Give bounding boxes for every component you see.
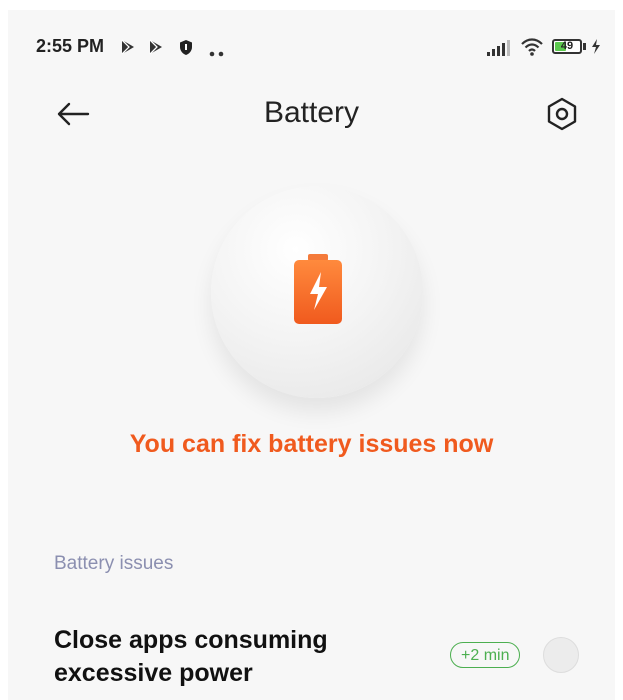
list-item[interactable]: Close apps consuming excessive power +2 …	[8, 618, 615, 698]
battery-nub	[583, 43, 586, 50]
issue-checkbox[interactable]	[543, 637, 579, 673]
page-title: Battery	[263, 96, 360, 129]
issue-title: Close apps consuming excessive power	[54, 626, 328, 687]
signal-icon	[486, 40, 510, 61]
battery-screen: 2:55 PM 49 Battery You can fix battery i…	[8, 10, 615, 700]
hexagon-settings-icon	[547, 97, 577, 131]
status-message: You can fix battery issues now	[129, 430, 494, 458]
time-badge: +2 min	[450, 642, 521, 668]
wifi-icon	[520, 38, 544, 61]
more-dots-icon	[208, 44, 226, 62]
status-bar: 2:55 PM 49	[8, 10, 615, 70]
play-store-icon	[148, 39, 164, 60]
settings-button[interactable]	[542, 96, 582, 132]
battery-charging-icon	[292, 254, 344, 326]
battery-icon: 49	[552, 39, 582, 54]
battery-level-text: 49	[560, 40, 574, 52]
play-store-icon	[120, 39, 136, 60]
section-label: Battery issues	[54, 553, 174, 574]
status-time: 2:55 PM	[36, 36, 105, 56]
shield-icon	[178, 39, 194, 61]
charging-icon	[591, 39, 601, 59]
